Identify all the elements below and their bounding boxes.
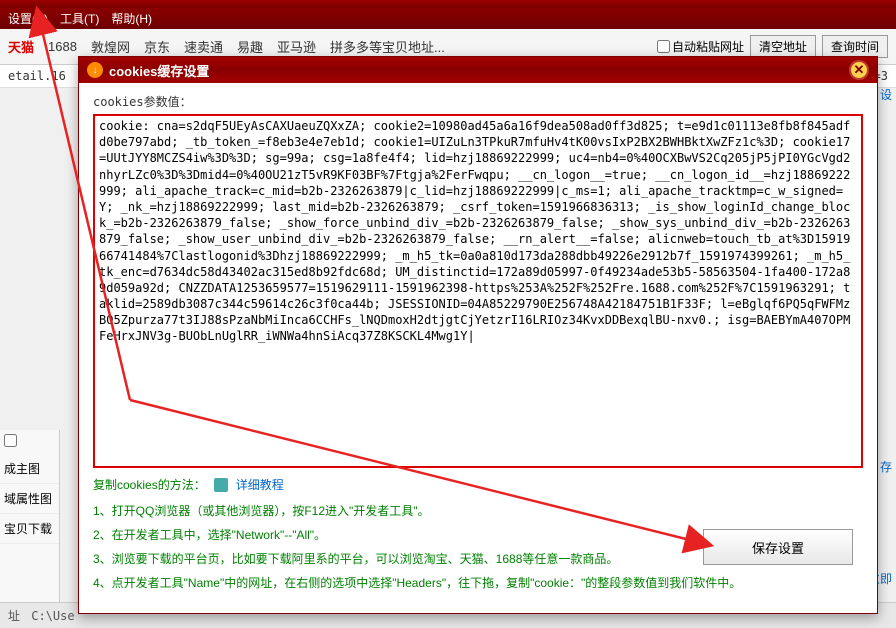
tab-yiqu[interactable]: 易趣 [237, 37, 263, 56]
tab-dunhuang[interactable]: 敦煌网 [91, 37, 130, 56]
tab-1688[interactable]: 1688 [48, 39, 77, 54]
footer-prefix: 址 [8, 607, 20, 624]
sidebar-item-1[interactable]: 成主图 [0, 454, 59, 484]
sidebar-item-2[interactable]: 域属性图 [0, 484, 59, 514]
footer-path: C:\Use [31, 609, 74, 623]
menu-tools[interactable]: 工具(T) [60, 10, 99, 27]
cookie-value-textarea[interactable] [93, 114, 863, 468]
auto-paste-label: 自动粘贴网址 [672, 38, 744, 55]
url-text-left: etail.16 [8, 69, 66, 83]
dialog-body: cookies参数值： 复制cookies的方法： 详细教程 1、打开QQ浏览器… [79, 83, 877, 613]
copy-method-label: 复制cookies的方法： [93, 476, 206, 493]
cookie-param-label: cookies参数值： [93, 93, 863, 110]
close-icon[interactable]: ✕ [849, 60, 869, 80]
dialog-title-text: cookies缓存设置 [109, 61, 209, 80]
menu-bar: 设置(S) 工具(T) 帮助(H) [0, 8, 896, 29]
clear-address-button[interactable]: 清空地址 [750, 35, 816, 58]
right-btn-settings[interactable]: 设 [880, 86, 892, 103]
menu-settings[interactable]: 设置(S) [8, 10, 48, 27]
menu-help[interactable]: 帮助(H) [111, 10, 152, 27]
download-icon: ↓ [87, 62, 103, 78]
instruction-step-4: 4、点开发者工具"Name"中的网址，在右侧的选项中选择"Headers"，往下… [93, 571, 863, 595]
dialog-titlebar[interactable]: ↓ cookies缓存设置 ✕ [79, 57, 877, 83]
sidebar-checkbox[interactable] [4, 434, 17, 447]
tab-amazon[interactable]: 亚马逊 [277, 37, 316, 56]
auto-paste-checkbox[interactable]: 自动粘贴网址 [657, 38, 744, 55]
tab-more[interactable]: 拼多多等宝贝地址... [330, 37, 445, 56]
tutorial-icon [214, 478, 228, 492]
tab-tmall[interactable]: 天猫 [8, 37, 34, 56]
instruction-step-1: 1、打开QQ浏览器（或其他浏览器），按F12进入"开发者工具"。 [93, 499, 863, 523]
save-settings-button[interactable]: 保存设置 [703, 529, 853, 565]
app-title-bar [0, 0, 896, 8]
query-time-button[interactable]: 查询时间 [822, 35, 888, 58]
tab-jd[interactable]: 京东 [144, 37, 170, 56]
left-sidebar: 成主图 域属性图 宝贝下载 [0, 430, 60, 628]
tutorial-link[interactable]: 详细教程 [236, 476, 284, 493]
cookies-settings-dialog: ↓ cookies缓存设置 ✕ cookies参数值： 复制cookies的方法… [78, 56, 878, 614]
right-btn-save[interactable]: 存 [880, 460, 892, 474]
sidebar-item-3[interactable]: 宝贝下载 [0, 514, 59, 544]
tab-sujietong[interactable]: 速卖通 [184, 37, 223, 56]
